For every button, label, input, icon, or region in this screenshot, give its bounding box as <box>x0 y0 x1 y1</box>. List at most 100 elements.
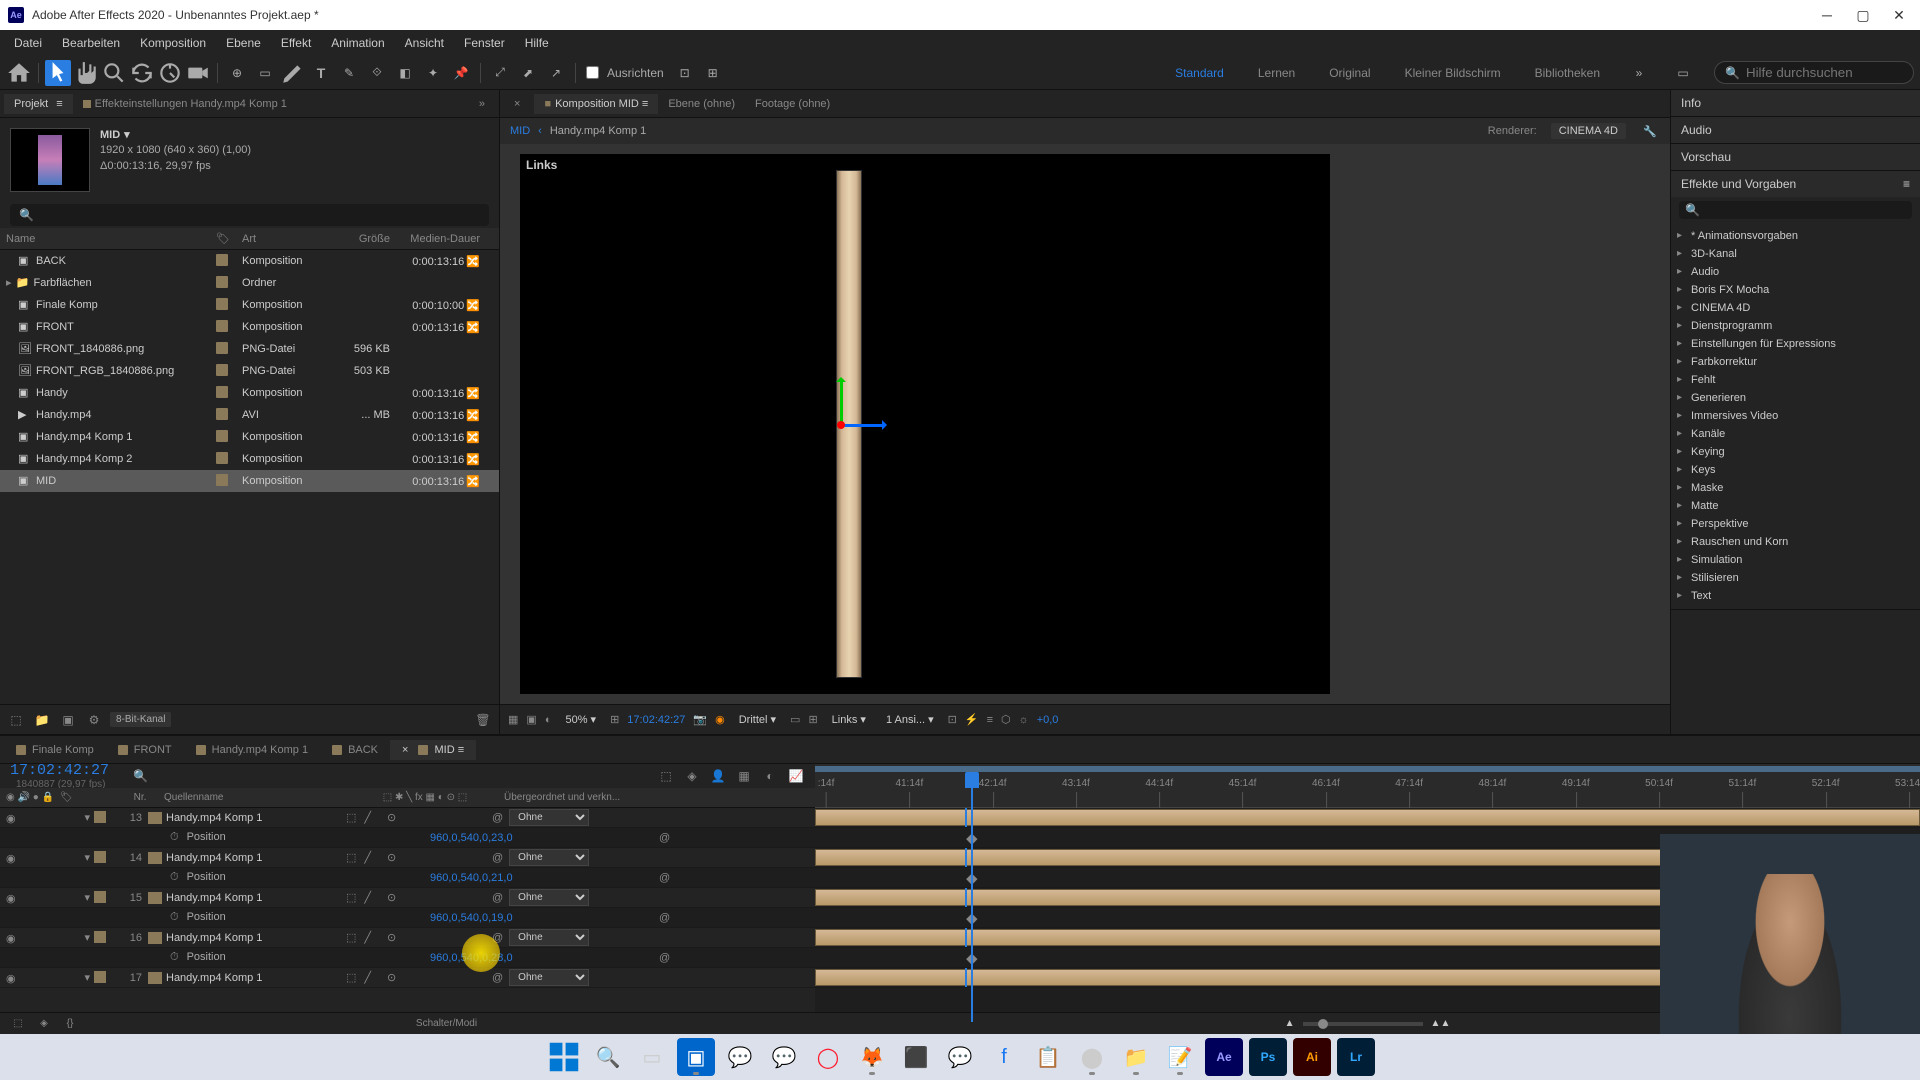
orbit-tool[interactable] <box>129 60 155 86</box>
effect-category[interactable]: Perspektive <box>1671 515 1920 533</box>
effect-category[interactable]: Keys <box>1671 461 1920 479</box>
workspace-standard[interactable]: Standard <box>1167 62 1232 84</box>
maximize-button[interactable]: ▢ <box>1856 8 1870 22</box>
pixel-aspect-icon[interactable]: ⊡ <box>948 713 957 726</box>
search-button[interactable]: 🔍 <box>589 1038 627 1076</box>
camera-tool[interactable] <box>185 60 211 86</box>
timeline-tab[interactable]: BACK <box>320 740 390 760</box>
comp-viewer-tab[interactable]: Ebene (ohne) <box>658 94 745 114</box>
project-search[interactable]: 🔍 <box>10 204 489 226</box>
effect-category[interactable]: Dienstprogramm <box>1671 317 1920 335</box>
view-dropdown[interactable]: Links ▾ <box>826 711 872 728</box>
zoom-tool[interactable] <box>101 60 127 86</box>
layer-row[interactable]: ◉ ▾ 14 Handy.mp4 Komp 1 ⬚╱⊙ @Ohne <box>0 848 815 868</box>
property-row[interactable]: ⏱Position 960,0,540,0,21,0 @ <box>0 868 815 888</box>
frame-blend-icon[interactable]: ▦ <box>735 767 753 785</box>
axis-local-icon[interactable]: ⤢ <box>487 60 513 86</box>
position-value[interactable]: 960,0,540,0,23,0 <box>430 832 513 844</box>
minimize-button[interactable]: ─ <box>1820 8 1834 22</box>
new-folder-icon[interactable]: 📁 <box>32 710 52 730</box>
comp-viewer-tab[interactable]: ■ Komposition MID ≡ <box>534 94 658 114</box>
firefox-icon[interactable]: 🦊 <box>853 1038 891 1076</box>
layer-row[interactable]: ◉ ▾ 15 Handy.mp4 Komp 1 ⬚╱⊙ @Ohne <box>0 888 815 908</box>
effect-category[interactable]: Matte <box>1671 497 1920 515</box>
menu-ansicht[interactable]: Ansicht <box>395 32 454 54</box>
snap-option-icon[interactable]: ⊡ <box>672 60 698 86</box>
obs-icon[interactable]: ⬤ <box>1073 1038 1111 1076</box>
breadcrumb-child[interactable]: Handy.mp4 Komp 1 <box>550 125 646 137</box>
gizmo-x-axis[interactable] <box>840 424 884 427</box>
home-icon[interactable] <box>6 60 32 86</box>
photoshop-icon[interactable]: Ps <box>1249 1038 1287 1076</box>
axis-view-icon[interactable]: ↗ <box>543 60 569 86</box>
effect-category[interactable]: Keying <box>1671 443 1920 461</box>
clone-tool[interactable]: ⟐ <box>364 60 390 86</box>
project-item[interactable]: ▶Handy.mp4 AVI ... MB 0:00:13:16🔀 <box>0 404 499 426</box>
project-item[interactable]: ▣Handy.mp4 Komp 1 Komposition 0:00:13:16… <box>0 426 499 448</box>
switches-modes-label[interactable]: Schalter/Modi <box>86 1018 807 1029</box>
graph-editor-icon[interactable]: 📈 <box>787 767 805 785</box>
menu-hilfe[interactable]: Hilfe <box>515 32 559 54</box>
rect-tool[interactable]: ▭ <box>252 60 278 86</box>
channel-icon[interactable]: ◉ <box>715 713 725 726</box>
effect-category[interactable]: Simulation <box>1671 551 1920 569</box>
workspace-original[interactable]: Original <box>1321 62 1378 84</box>
roto-tool[interactable]: ✦ <box>420 60 446 86</box>
project-tab[interactable]: Projekt ≡ <box>4 94 73 114</box>
parent-dropdown[interactable]: Ohne <box>509 849 589 866</box>
project-item[interactable]: ▣BACK Komposition 0:00:13:16🔀 <box>0 250 499 272</box>
mask-icon[interactable]: ◐ <box>545 714 552 726</box>
project-item[interactable]: ▣MID Komposition 0:00:13:16🔀 <box>0 470 499 492</box>
parent-dropdown[interactable]: Ohne <box>509 929 589 946</box>
puppet-tool[interactable]: 📌 <box>448 60 474 86</box>
effect-category[interactable]: Fehlt <box>1671 371 1920 389</box>
effect-category[interactable]: 3D-Kanal <box>1671 245 1920 263</box>
menu-fenster[interactable]: Fenster <box>454 32 515 54</box>
audio-panel-header[interactable]: Audio <box>1671 117 1920 143</box>
task-view-button[interactable]: ▭ <box>633 1038 671 1076</box>
renderer-dropdown[interactable]: CINEMA 4D <box>1551 123 1626 139</box>
gizmo-center[interactable] <box>837 421 845 429</box>
effect-category[interactable]: Boris FX Mocha <box>1671 281 1920 299</box>
dropdown-icon[interactable]: ▾ <box>124 128 130 143</box>
facebook-icon[interactable]: f <box>985 1038 1023 1076</box>
new-comp-icon[interactable]: ▣ <box>58 710 78 730</box>
opera-icon[interactable]: ◯ <box>809 1038 847 1076</box>
effect-category[interactable]: * Animationsvorgaben <box>1671 227 1920 245</box>
always-preview-icon[interactable]: ▦ <box>508 713 518 726</box>
layer-row[interactable]: ◉ ▾ 17 Handy.mp4 Komp 1 ⬚╱⊙ @Ohne <box>0 968 815 988</box>
layer-track[interactable] <box>815 808 1920 828</box>
timeline-timecode[interactable]: 17:02:42:27 <box>10 762 109 779</box>
effect-category[interactable]: Maske <box>1671 479 1920 497</box>
parent-dropdown[interactable]: Ohne <box>509 809 589 826</box>
text-tool[interactable]: T <box>308 60 334 86</box>
effect-category[interactable]: Immersives Video <box>1671 407 1920 425</box>
breadcrumb-root[interactable]: MID <box>510 125 530 137</box>
roi-icon[interactable]: ▭ <box>790 713 800 726</box>
explorer-icon[interactable]: 📁 <box>1117 1038 1155 1076</box>
timeline-tab[interactable]: Finale Komp <box>4 740 106 760</box>
messenger-icon[interactable]: 💬 <box>941 1038 979 1076</box>
comp-tab-close[interactable]: × <box>504 94 530 114</box>
comp-flowchart-icon[interactable]: ⬡ <box>1001 713 1011 726</box>
current-time[interactable]: 17:02:42:27 <box>627 714 685 726</box>
draft-3d-icon[interactable]: ◈ <box>683 767 701 785</box>
exposure-value[interactable]: +0,0 <box>1037 714 1059 726</box>
workspace-lernen[interactable]: Lernen <box>1250 62 1303 84</box>
playhead[interactable] <box>965 772 979 808</box>
toggle-modes-icon[interactable]: ◈ <box>34 1014 54 1034</box>
timeline-search-icon[interactable]: 🔍 <box>133 769 148 783</box>
composition-viewer[interactable]: Links <box>500 144 1670 704</box>
help-search-input[interactable] <box>1746 65 1903 80</box>
project-item[interactable]: ▣FRONT Komposition 0:00:13:16🔀 <box>0 316 499 338</box>
menu-ebene[interactable]: Ebene <box>216 32 271 54</box>
eraser-tool[interactable]: ◧ <box>392 60 418 86</box>
effect-controls-tab[interactable]: Effekteinstellungen Handy.mp4 Komp 1 <box>73 94 297 114</box>
app-icon-2[interactable]: 📋 <box>1029 1038 1067 1076</box>
snapshot-icon[interactable]: 📷 <box>693 713 707 726</box>
effect-category[interactable]: Audio <box>1671 263 1920 281</box>
notepad-icon[interactable]: 📝 <box>1161 1038 1199 1076</box>
exposure-reset-icon[interactable]: ☼ <box>1019 714 1029 726</box>
gizmo-y-axis[interactable] <box>840 380 843 424</box>
position-value[interactable]: 960,0,540,0,28,0 <box>430 952 513 964</box>
